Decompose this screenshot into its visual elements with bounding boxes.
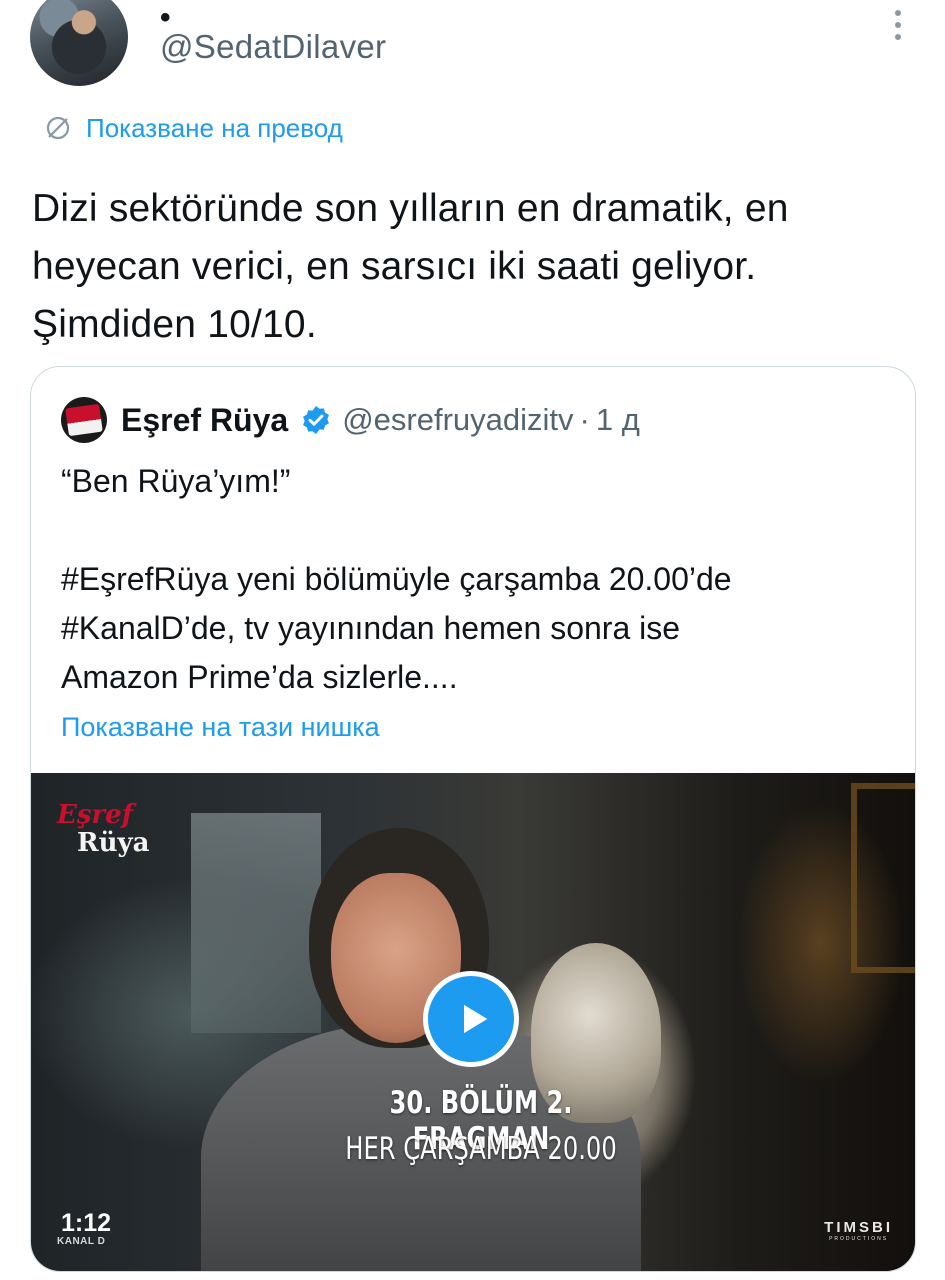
quoted-timestamp[interactable]: 1 д <box>596 402 640 438</box>
producer-logo: TIMSBI PRODUCTIONS <box>824 1219 893 1242</box>
display-name[interactable]: • <box>160 3 171 33</box>
play-icon <box>464 1004 488 1034</box>
quoted-text-line: Amazon Prime’da sizlerle.... <box>61 659 458 695</box>
tweet-header: • @SedatDilaver <box>0 0 945 100</box>
channel-logo: KANAL D <box>57 1236 106 1247</box>
video-player[interactable]: Eşref Rüya 30. BÖLÜM 2. FRAGMAN HER ÇARŞ… <box>31 773 915 1271</box>
user-handle[interactable]: @SedatDilaver <box>160 28 386 66</box>
meta-separator: · <box>579 402 590 437</box>
quoted-tweet-text: “Ben Rüya’yım!” #EşrefRüya yeni bölümüyl… <box>61 457 901 702</box>
play-button[interactable] <box>423 971 519 1067</box>
video-background-frame <box>851 783 915 973</box>
series-logo-line2: Rüya <box>77 828 150 858</box>
video-duration: 1:12 <box>61 1209 112 1237</box>
show-logo-icon <box>65 403 103 437</box>
video-caption-schedule: HER ÇARŞAMBA 20.00 <box>345 1131 617 1167</box>
series-logo-line1: Eşref <box>57 800 133 830</box>
more-vertical-icon[interactable] <box>893 10 903 44</box>
translate-globe-icon <box>46 116 70 140</box>
show-translation-link[interactable]: Показване на превод <box>44 110 343 146</box>
quoted-display-name[interactable]: Eşref Rüya <box>121 402 288 439</box>
tweet-text-line: Dizi sektöründe son yılların en dramatik… <box>32 187 789 230</box>
quoted-handle[interactable]: @esrefruyadizitv <box>342 402 573 438</box>
tweet-text-line: Şimdiden 10/10. <box>32 303 317 346</box>
quoted-text-line: #KanalD’de, tv yayınından hemen sonra is… <box>61 610 681 646</box>
producer-logo-text: TIMSBI <box>824 1219 893 1236</box>
show-thread-link[interactable]: Показване на тази нишка <box>61 712 380 743</box>
tweet-text-line: heyecan verici, en sarsıcı iki saati gel… <box>32 245 757 288</box>
quoted-text-line <box>61 506 901 555</box>
quoted-avatar[interactable] <box>61 397 107 443</box>
quoted-text-line: “Ben Rüya’yım!” <box>61 463 291 499</box>
tweet-text: Dizi sektöründe son yılların en dramatik… <box>32 180 922 354</box>
quoted-tweet-card[interactable]: Eşref Rüya @esrefruyadizitv · 1 д “Ben R… <box>30 366 916 1272</box>
avatar[interactable] <box>30 0 128 86</box>
producer-logo-sub: PRODUCTIONS <box>829 1236 889 1242</box>
show-translation-label: Показване на превод <box>86 112 343 143</box>
series-logo: Eşref Rüya <box>57 801 149 857</box>
video-background-window <box>191 813 321 1033</box>
quoted-author-row: Eşref Rüya @esrefruyadizitv · 1 д <box>121 397 640 443</box>
verified-badge-icon <box>303 406 330 434</box>
quoted-text-line: #EşrefRüya yeni bölümüyle çarşamba 20.00… <box>61 561 732 597</box>
